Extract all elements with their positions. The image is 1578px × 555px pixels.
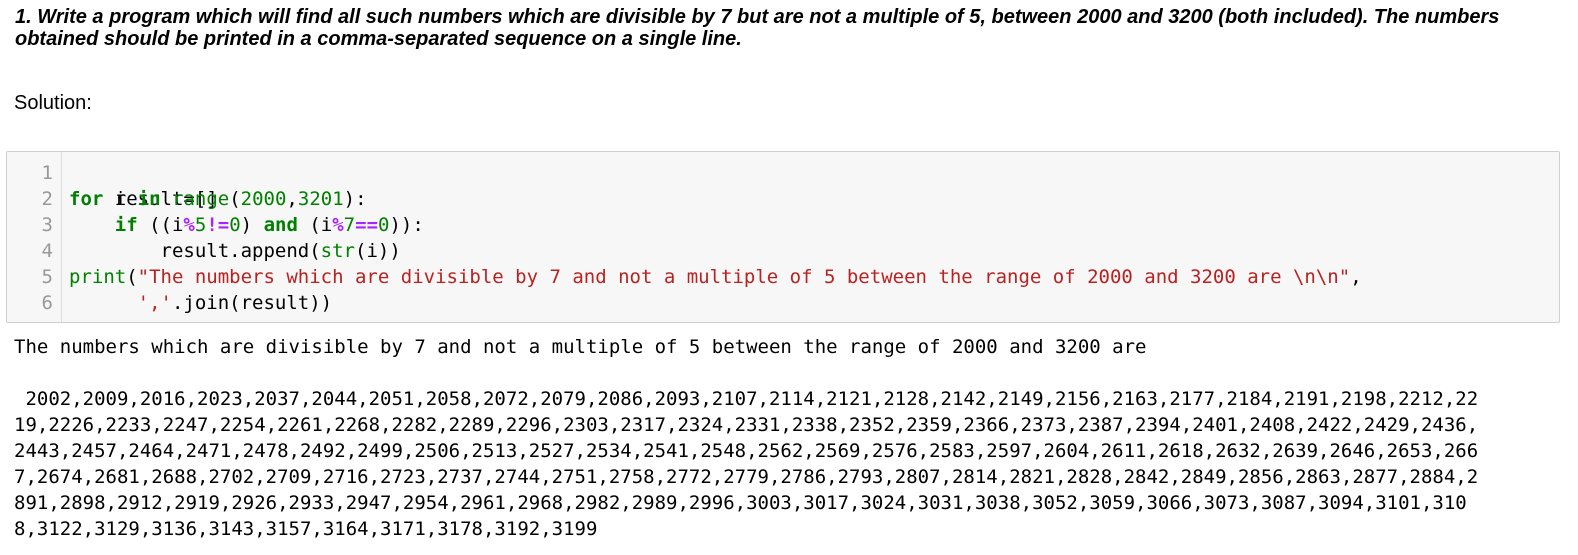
keyword-token: in xyxy=(137,188,161,210)
output-line: 8,3122,3129,3136,3143,3157,3164,3171,317… xyxy=(14,518,598,540)
keyword-token: if xyxy=(114,214,138,236)
line-number: 4 xyxy=(41,240,53,262)
number-token: 3201 xyxy=(297,188,344,210)
code-token: )): xyxy=(389,214,424,236)
number-token: 7 xyxy=(343,214,356,236)
operator-token: % xyxy=(332,214,344,236)
code-token: , xyxy=(286,188,298,210)
code-token: ( xyxy=(126,266,138,288)
code-token: , xyxy=(1350,266,1362,288)
builtin-token: print xyxy=(69,266,127,288)
output-line: 2002,2009,2016,2023,2037,2044,2051,2058,… xyxy=(14,388,1479,410)
number-token: 0 xyxy=(378,214,390,236)
output-line: 7,2674,2681,2688,2702,2709,2716,2723,273… xyxy=(14,466,1479,488)
code-token: i xyxy=(103,188,138,210)
number-token: 5 xyxy=(194,214,207,236)
line-number: 6 xyxy=(41,292,53,314)
code-token: ): xyxy=(343,188,367,210)
keyword-token: and xyxy=(263,214,298,236)
code-token: result.append( xyxy=(69,240,321,262)
code-cell[interactable]: 1 2 3 4 5 6 result=[] for i in range(200… xyxy=(6,151,1560,323)
question-text: 1. Write a program which will find all s… xyxy=(15,6,1500,50)
solution-label: Solution: xyxy=(14,92,92,114)
code-line-2[interactable]: for i in range(2000,3201): xyxy=(69,186,367,212)
code-line-6[interactable]: ','.join(result)) xyxy=(69,290,332,316)
operator-token: == xyxy=(355,214,379,236)
code-line-5[interactable]: print("The numbers which are divisible b… xyxy=(69,264,1362,290)
line-number: 5 xyxy=(41,266,53,288)
number-token: 0 xyxy=(229,214,241,236)
code-token: ) xyxy=(240,214,264,236)
output-line: 19,2226,2233,2247,2254,2261,2268,2282,22… xyxy=(14,414,1479,436)
code-line-1[interactable]: result=[] xyxy=(69,160,218,210)
code-token: ( xyxy=(229,188,241,210)
output-header: The numbers which are divisible by 7 and… xyxy=(14,336,1147,358)
code-line-4[interactable]: result.append(str(i)) xyxy=(69,238,401,264)
code-token: (i)) xyxy=(355,240,401,262)
operator-token: % xyxy=(183,214,195,236)
code-token: ((i xyxy=(137,214,184,236)
code-line-3[interactable]: if ((i%5!=0) and (i%7==0)): xyxy=(69,212,424,238)
output-line: 2443,2457,2464,2471,2478,2492,2499,2506,… xyxy=(14,440,1479,462)
builtin-token: range xyxy=(172,188,230,210)
builtin-token: str xyxy=(320,240,355,262)
output-line: 891,2898,2912,2919,2926,2933,2947,2954,2… xyxy=(14,492,1467,514)
number-token: 2000 xyxy=(240,188,287,210)
string-token: "The numbers which are divisible by 7 an… xyxy=(137,266,1351,288)
line-number: 1 xyxy=(41,162,53,184)
code-token: .join(result)) xyxy=(171,292,333,314)
operator-token: != xyxy=(206,214,230,236)
line-number: 3 xyxy=(41,214,53,236)
string-token: ',' xyxy=(137,292,172,314)
keyword-token: for xyxy=(69,188,104,210)
line-number: 2 xyxy=(41,188,53,210)
output-area: The numbers which are divisible by 7 and… xyxy=(14,334,1554,542)
code-token: (i xyxy=(297,214,333,236)
